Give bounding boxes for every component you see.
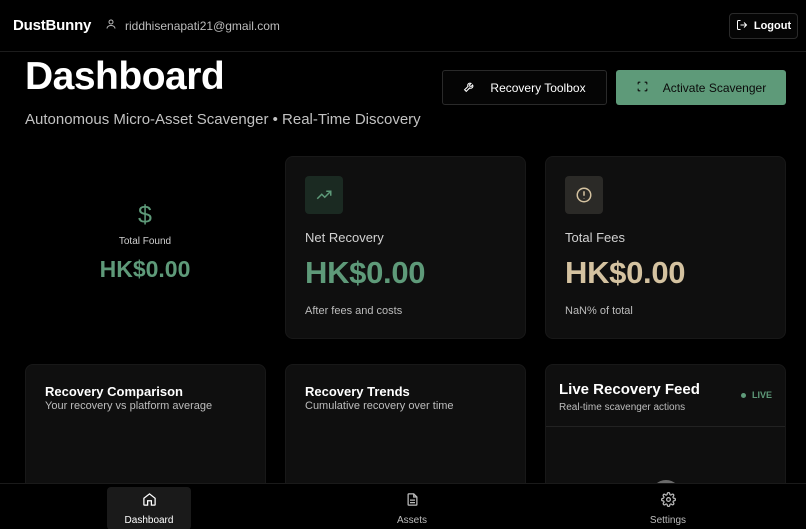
total-fees-card: Total Fees HK$0.00 NaN% of total [545,156,786,339]
total-found-value: HK$0.00 [99,256,191,282]
activate-scavenger-button[interactable]: Activate Scavenger [616,70,786,105]
user-email: riddhisenapati21@gmail.com [125,18,280,33]
recovery-trends-subtitle: Cumulative recovery over time [305,400,454,412]
nav-settings-label: Settings [649,514,687,526]
total-fees-subtext: NaN% of total [565,305,633,317]
recovery-toolbox-label: Recovery Toolbox [490,80,586,95]
gear-icon [660,491,676,510]
live-feed-subtitle: Real-time scavenger actions [559,402,686,413]
brand-logo[interactable]: DustBunny [13,17,91,34]
nav-assets-label: Assets [396,514,427,526]
user-icon [105,18,117,33]
page-title: Dashboard [25,55,225,98]
nav-dashboard-label: Dashboard [124,514,174,526]
activate-scavenger-label: Activate Scavenger [662,80,767,95]
feed-divider [546,426,785,427]
live-dot-icon [740,392,746,398]
top-bar: DustBunny riddhisenapati21@gmail.com Log… [0,0,806,52]
alert-circle-icon [565,176,603,214]
scan-icon [636,80,649,96]
user-info: riddhisenapati21@gmail.com [105,18,280,33]
net-recovery-card: Net Recovery HK$0.00 After fees and cost… [285,156,526,339]
wrench-icon [463,80,476,96]
logout-icon [736,19,748,34]
nav-item-assets[interactable]: Assets [370,487,454,529]
net-recovery-value: HK$0.00 [305,255,426,290]
net-recovery-label: Net Recovery [305,230,384,245]
bottom-nav: Dashboard Assets Settings [0,483,806,529]
trending-up-icon [305,176,343,214]
total-fees-label: Total Fees [565,230,625,245]
recovery-comparison-subtitle: Your recovery vs platform average [45,400,213,412]
logout-button[interactable]: Logout [729,13,798,39]
recovery-comparison-title: Recovery Comparison [45,384,183,399]
recovery-trends-title: Recovery Trends [305,384,410,399]
recovery-toolbox-button[interactable]: Recovery Toolbox [442,70,607,105]
logout-label: Logout [753,20,792,32]
home-icon [142,492,157,510]
dollar-icon: $ [138,201,152,229]
document-icon [405,492,420,510]
nav-item-settings[interactable]: Settings [626,487,710,529]
total-found-label: Total Found [118,236,172,247]
nav-item-dashboard[interactable]: Dashboard [107,487,191,529]
net-recovery-subtext: After fees and costs [305,305,403,317]
total-fees-value: HK$0.00 [565,255,686,290]
live-badge-label: LIVE [751,390,772,400]
page-subtitle: Autonomous Micro-Asset Scavenger • Real-… [25,111,421,128]
live-feed-title: Live Recovery Feed [559,381,700,398]
live-badge: LIVE [740,390,772,400]
